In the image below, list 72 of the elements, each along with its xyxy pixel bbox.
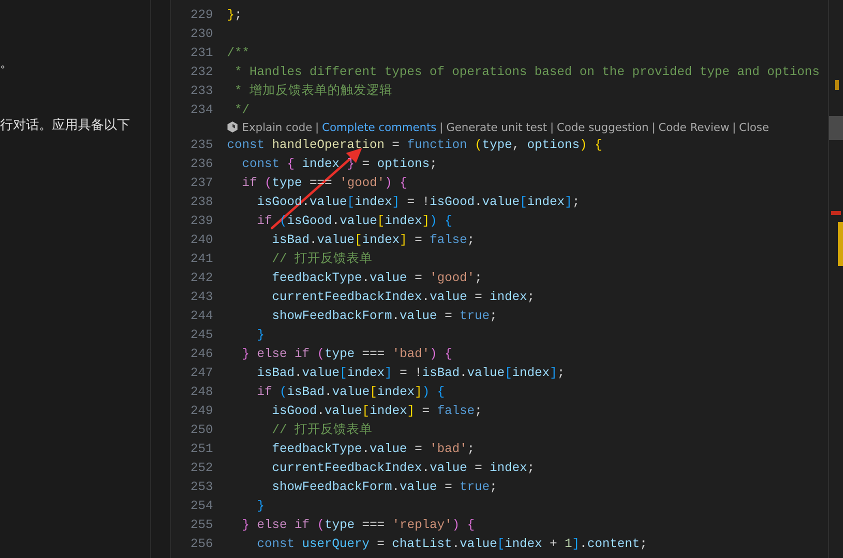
line-number: 236	[189, 156, 213, 170]
line-number: 239	[189, 214, 213, 228]
line-number: 250	[189, 422, 213, 436]
line-number: 238	[189, 194, 213, 208]
separator: |	[315, 120, 320, 134]
line-number: 237	[189, 176, 213, 190]
code-line: } else if (type === 'replay') {	[241, 518, 475, 532]
line-number: 246	[189, 346, 213, 360]
code-line: showFeedbackForm.value = true;	[271, 308, 498, 322]
line-number: 230	[189, 26, 213, 40]
code-line: if (isBad.value[index]) {	[256, 384, 445, 398]
overview-marker	[838, 222, 843, 266]
code-line: // 打开反馈表单	[271, 250, 373, 267]
code-line: } else if (type === 'bad') {	[241, 346, 452, 360]
code-line: * 增加反馈表单的触发逻辑	[234, 82, 393, 99]
code-line: isGood.value[index] = false;	[271, 404, 482, 418]
code-line: };	[227, 8, 242, 22]
code-line: feedbackType.value = 'bad';	[271, 442, 475, 456]
overview-marker	[831, 211, 841, 215]
line-number: 243	[189, 290, 213, 304]
line-number: 240	[189, 232, 213, 246]
codelens-link[interactable]: Complete comments	[322, 120, 437, 134]
line-number: 232	[189, 64, 213, 78]
separator: |	[732, 120, 736, 134]
line-number: 231	[189, 46, 213, 60]
line-number: 229	[189, 8, 213, 22]
line-number: 256	[189, 536, 213, 550]
scrollbar-thumb[interactable]	[829, 116, 843, 140]
code-line: // 打开反馈表单	[271, 422, 373, 438]
line-number: 245	[189, 328, 213, 342]
line-number: 251	[189, 442, 213, 456]
code-line: }	[256, 498, 265, 512]
line-number: 253	[189, 480, 213, 494]
code-line: feedbackType.value = 'good';	[271, 270, 482, 284]
line-number: 233	[189, 84, 213, 98]
chat-text: 。	[0, 55, 13, 72]
code-line: const { index } = options;	[241, 156, 438, 170]
chat-text: 行对话。应用具备以下	[0, 117, 130, 134]
code-line: const handleOperation = function (type, options) {	[227, 138, 602, 152]
codelens-link[interactable]: Explain code	[242, 120, 312, 134]
separator: |	[440, 120, 444, 134]
hexagon-icon	[227, 121, 238, 133]
code-line: showFeedbackForm.value = true;	[271, 480, 498, 494]
codelens-link[interactable]: Close	[739, 120, 769, 134]
codelens-link[interactable]: Generate unit test	[446, 120, 548, 134]
line-number: 234	[189, 102, 213, 116]
code-line: currentFeedbackIndex.value = index;	[271, 460, 535, 474]
separator: |	[550, 120, 554, 134]
line-number: 235	[189, 138, 213, 152]
code-line: }	[256, 328, 265, 342]
line-number: 248	[189, 384, 213, 398]
line-number: 254	[189, 498, 213, 512]
line-number: 247	[189, 366, 213, 380]
code-line: isGood.value[index] = !isGood.value[index];	[256, 194, 580, 208]
scrollbar[interactable]	[828, 0, 843, 558]
code-line: */	[234, 102, 250, 116]
line-number: 249	[189, 404, 213, 418]
codelens-link[interactable]: Code suggestion	[556, 120, 649, 134]
separator: |	[652, 120, 656, 134]
line-number: 241	[189, 252, 213, 266]
line-number: 255	[189, 518, 213, 532]
codelens-link[interactable]: Code Review	[658, 120, 730, 134]
code-line: /**	[227, 46, 250, 60]
overview-marker	[835, 80, 839, 90]
code-line: isBad.value[index] = !isBad.value[index];	[256, 366, 565, 380]
code-line: * Handles different types of operations based on the provided type and options	[234, 64, 820, 78]
code-line: const userQuery = chatList.value[index + 1].content;	[256, 536, 648, 550]
line-number: 252	[189, 460, 213, 474]
line-number: 242	[189, 270, 213, 284]
line-number: 244	[189, 308, 213, 322]
code-line: currentFeedbackIndex.value = index;	[271, 290, 535, 304]
code-line: isBad.value[index] = false;	[271, 232, 475, 246]
